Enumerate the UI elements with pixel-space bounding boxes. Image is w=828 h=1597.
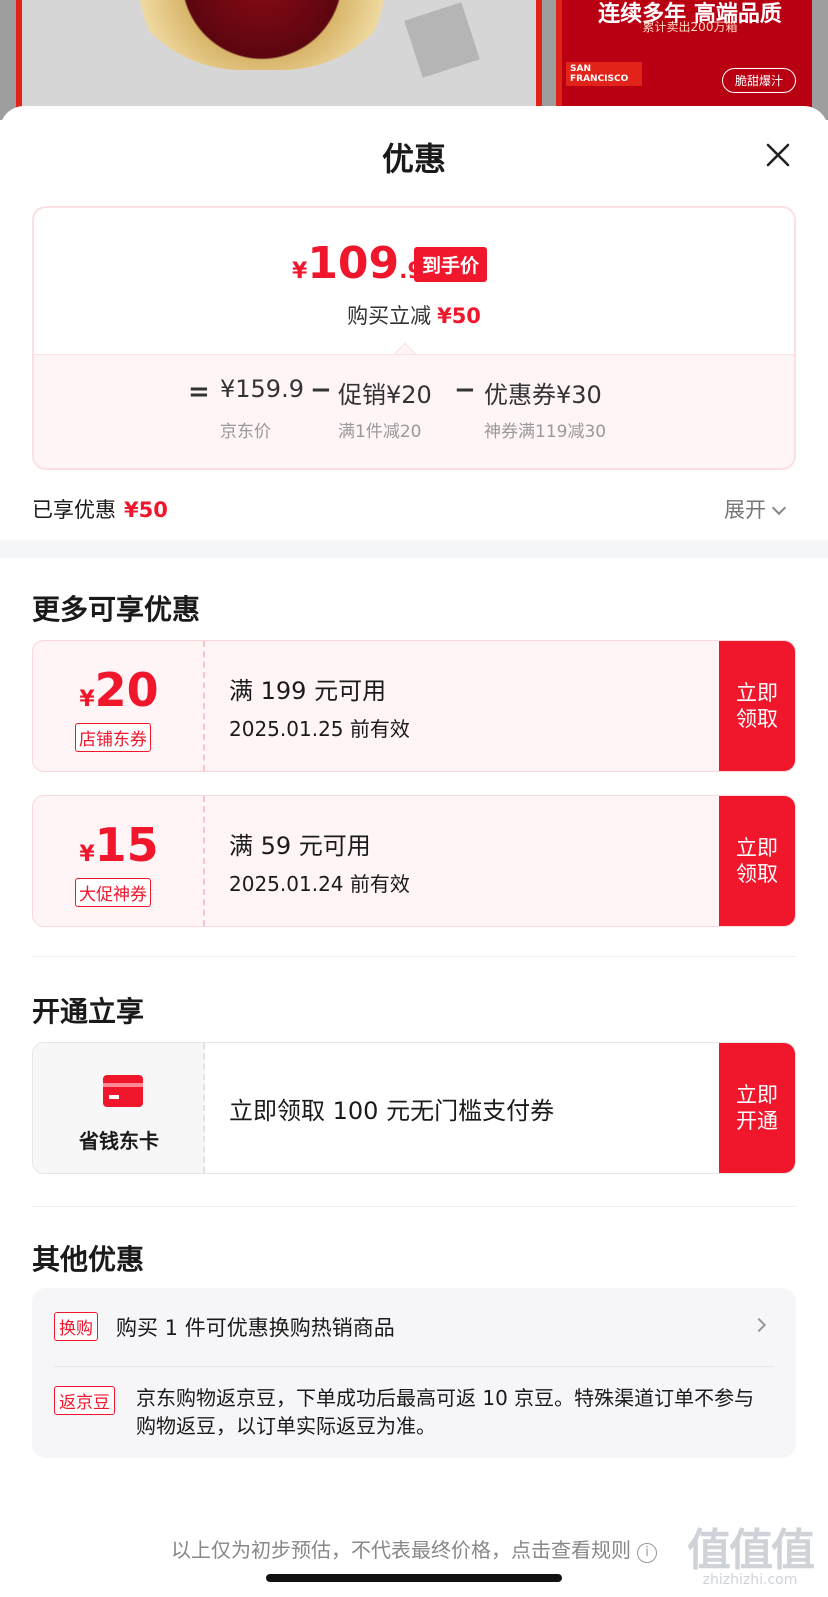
claim-coupon-button[interactable]: 立即领取 xyxy=(719,641,795,771)
promo-discount-label: 满1件减20 xyxy=(338,422,422,442)
section-divider xyxy=(32,956,796,957)
cherry-basket-image xyxy=(112,0,412,70)
savings-card-description: 立即领取 100 元无门槛支付券 xyxy=(229,1097,555,1125)
credit-card-icon xyxy=(103,1075,143,1107)
info-icon: i xyxy=(637,1543,657,1563)
watermark-logo: 值值值 xyxy=(687,1525,815,1576)
jd-price-label: 京东价 xyxy=(220,422,271,442)
activate-card-button[interactable]: 立即开通 xyxy=(719,1043,795,1173)
coupon-type-badge: 店铺东券 xyxy=(75,723,151,752)
coupon-value-area: ¥15 大促神券 xyxy=(33,796,205,926)
jd-price: ¥159.9 xyxy=(220,375,304,403)
coupon-discount-label: 神券满119减30 xyxy=(484,422,607,442)
banner-subtitle: 累计卖出200万箱 xyxy=(642,20,738,34)
coupon-amount: ¥20 xyxy=(33,663,205,717)
other-discounts-title: 其他优惠 xyxy=(32,1243,145,1276)
coupon-card: ¥20 店铺东券 满 199 元可用 2025.01.25 前有效 立即领取 xyxy=(32,640,796,772)
site-watermark: 值值值 zhizhizhi.com xyxy=(680,1514,820,1588)
banner-badge: 脆甜爆汁 xyxy=(722,68,797,93)
coupon-discount: 优惠券¥30 xyxy=(484,381,602,409)
final-price: ¥109.9 xyxy=(292,238,423,289)
chevron-down-icon xyxy=(771,500,787,516)
currency-symbol: ¥ xyxy=(292,259,308,284)
enjoyed-value: ¥50 xyxy=(124,498,168,522)
other-discounts-box: 换购 购买 1 件可优惠换购热销商品 返京豆 京东购物返京豆，下单成功后最高可返… xyxy=(32,1288,796,1458)
enjoyed-discount: 已享优惠 ¥50 xyxy=(32,494,168,524)
coupon-value-area: ¥20 店铺东券 xyxy=(33,641,205,771)
savings-card-name: 省钱东卡 xyxy=(79,1129,159,1153)
activate-card-label: 立即开通 xyxy=(736,1083,778,1133)
savings-card-badge: 省钱东卡 xyxy=(33,1043,205,1173)
chevron-right-icon xyxy=(751,1317,767,1333)
expand-button[interactable]: 展开 xyxy=(724,494,787,524)
background-banner: 连续多年 高端品质 累计卖出200万箱 SAN FRANCISCO 脆甜爆汁 xyxy=(0,0,828,120)
trade-in-row[interactable]: 换购 购买 1 件可优惠换购热销商品 xyxy=(54,1310,774,1350)
minus-sign: − xyxy=(310,375,332,405)
final-price-area: ¥109.9 到手价 购买立减 ¥50 xyxy=(34,208,794,354)
reduction-label: 购买立减 xyxy=(347,304,432,328)
gift-box-image xyxy=(404,2,480,78)
discount-sheet: 优惠 ¥109.9 到手价 购买立减 ¥50 = ¥159.9 京东价 − 促销¥… xyxy=(0,106,828,1597)
savings-card-offer: 省钱东卡 立即领取 100 元无门槛支付券 立即开通 xyxy=(32,1042,796,1174)
jd-bean-text: 京东购物返京豆，下单成功后最高可返 10 京豆。特殊渠道订单不参与购物返豆，以订… xyxy=(136,1386,755,1438)
expand-label: 展开 xyxy=(724,498,766,522)
more-discounts-title: 更多可享优惠 xyxy=(32,593,201,626)
row-divider xyxy=(54,1366,774,1367)
claim-coupon-button[interactable]: 立即领取 xyxy=(719,796,795,926)
trade-in-text: 购买 1 件可优惠换购热销商品 xyxy=(116,1316,395,1340)
instant-reduction: 购买立减 ¥50 xyxy=(34,300,794,330)
reduction-value: ¥50 xyxy=(437,304,481,328)
equals-sign: = xyxy=(188,377,210,407)
currency-symbol: ¥ xyxy=(79,687,95,712)
claim-coupon-label: 立即领取 xyxy=(736,836,778,886)
section-gap xyxy=(0,540,828,558)
coupon-expiry: 2025.01.24 前有效 xyxy=(229,872,410,896)
promo-discount: 促销¥20 xyxy=(338,381,432,409)
minus-sign: − xyxy=(454,375,476,405)
claim-coupon-label: 立即领取 xyxy=(736,681,778,731)
open-benefits-title: 开通立享 xyxy=(32,995,145,1028)
coupon-amount-number: 15 xyxy=(94,818,159,872)
price-formula: = ¥159.9 京东价 − 促销¥20 满1件减20 − 优惠券¥30 神券满… xyxy=(34,354,794,468)
home-indicator[interactable] xyxy=(266,1574,562,1582)
coupon-condition: 满 59 元可用 xyxy=(229,832,371,860)
brand-logo: SAN FRANCISCO xyxy=(566,62,642,86)
currency-symbol: ¥ xyxy=(79,842,95,867)
price-breakdown-card: ¥109.9 到手价 购买立减 ¥50 = ¥159.9 京东价 − 促销¥20 … xyxy=(32,206,796,470)
enjoyed-label: 已享优惠 xyxy=(32,498,116,522)
close-icon[interactable] xyxy=(763,140,793,170)
disclaimer-text: 以上仅为初步预估，不代表最终价格，点击查看规则 xyxy=(171,1538,631,1562)
coupon-expiry: 2025.01.25 前有效 xyxy=(229,717,410,741)
product-image-right: 连续多年 高端品质 累计卖出200万箱 SAN FRANCISCO 脆甜爆汁 xyxy=(556,0,812,120)
price-integer: 109 xyxy=(307,238,400,289)
product-image-left xyxy=(16,0,542,120)
coupon-amount: ¥15 xyxy=(33,818,205,872)
section-divider xyxy=(32,1206,796,1207)
trade-in-tag: 换购 xyxy=(54,1312,98,1341)
final-price-tag: 到手价 xyxy=(414,247,488,282)
sheet-title: 优惠 xyxy=(381,140,446,178)
coupon-condition: 满 199 元可用 xyxy=(229,677,387,705)
coupon-card: ¥15 大促神券 满 59 元可用 2025.01.24 前有效 立即领取 xyxy=(32,795,796,927)
coupon-amount-number: 20 xyxy=(94,663,159,717)
coupon-type-badge: 大促神券 xyxy=(75,878,151,907)
jd-bean-tag: 返京豆 xyxy=(54,1386,115,1415)
